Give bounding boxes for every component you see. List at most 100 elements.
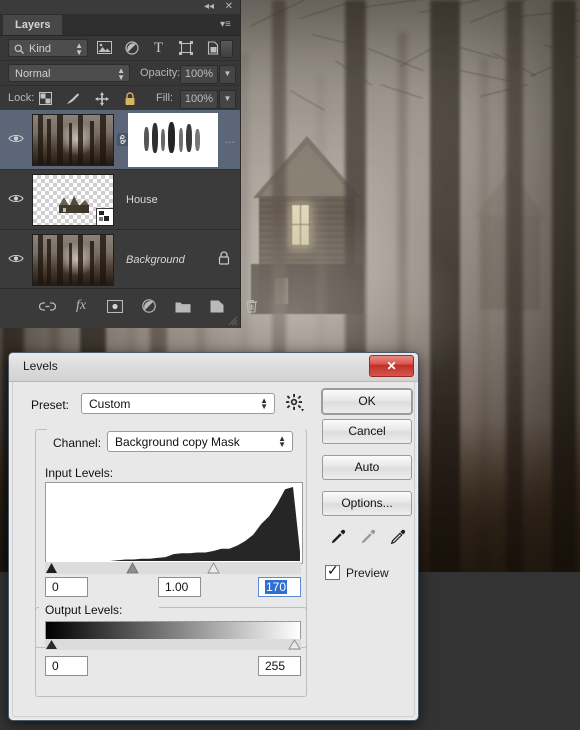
fill-label: Fill: [156, 92, 174, 104]
input-slider-track[interactable] [45, 562, 301, 574]
shape-layer-filter-icon[interactable] [177, 39, 194, 56]
output-slider-track[interactable] [45, 639, 301, 650]
set-black-point-eyedropper[interactable] [329, 529, 346, 549]
layers-panel[interactable]: ◂◂ ✕ Layers ▾≡ Kind ▲ ▼ T Normal ▲ ▼ Opa… [0, 0, 257, 328]
layer-overflow-indicator[interactable]: … [224, 134, 240, 146]
opacity-dropdown-icon[interactable]: ▼ [219, 65, 236, 84]
chevron-updown-icon[interactable]: ▲ ▼ [117, 67, 125, 82]
lock-icon-group [37, 90, 138, 107]
layer-action-icons: fx [38, 297, 260, 315]
cancel-button[interactable]: Cancel [322, 419, 412, 444]
search-icon [14, 43, 25, 61]
tree-trunk [430, 0, 460, 572]
type-layer-filter-icon[interactable]: T [150, 39, 167, 56]
chevron-updown-icon[interactable]: ▲ ▼ [75, 42, 83, 57]
layer-name[interactable]: House [114, 194, 240, 206]
output-white-field[interactable]: 255 [258, 656, 301, 676]
pixel-layer-filter-icon[interactable] [96, 39, 113, 56]
chevron-updown-icon[interactable]: ▲ ▼ [260, 397, 268, 411]
preview-checkbox[interactable]: ✓ Preview [325, 562, 389, 580]
preset-select[interactable]: Custom ▲ ▼ [81, 393, 275, 414]
type-glyph: T [153, 39, 164, 56]
eyedropper-group [329, 529, 406, 549]
panel-titlebar: ◂◂ ✕ [0, 0, 240, 15]
resize-grip-icon[interactable] [228, 316, 238, 326]
fill-value[interactable]: 100% [180, 90, 218, 109]
layer-mask-thumbnail[interactable] [128, 112, 218, 167]
layer-thumbnail[interactable] [32, 233, 114, 286]
dialog-titlebar[interactable]: Levels ✕ [9, 353, 418, 382]
tree-trunk [480, 57, 488, 572]
forest-thumbnail [33, 234, 113, 285]
close-button[interactable]: ✕ [369, 355, 414, 377]
white-point-slider[interactable] [207, 562, 220, 577]
layer-filter-row: Kind ▲ ▼ T [0, 36, 240, 61]
output-levels-label: Output Levels: [45, 603, 123, 617]
histogram[interactable] [45, 482, 303, 564]
add-layer-mask-icon[interactable] [106, 297, 124, 315]
blend-mode-select[interactable]: Normal ▲ ▼ [8, 64, 130, 82]
adjustment-layer-filter-icon[interactable] [123, 39, 140, 56]
black-point-slider[interactable] [45, 562, 58, 577]
layer-visibility-toggle[interactable] [0, 133, 32, 147]
lock-all-icon[interactable] [121, 90, 138, 107]
lock-transparent-pixels-icon[interactable] [37, 90, 54, 107]
filter-enable-toggle[interactable] [220, 40, 233, 58]
options-button[interactable]: Options... [322, 491, 412, 516]
input-levels-label: Input Levels: [45, 466, 114, 480]
ok-button[interactable]: OK [322, 389, 412, 414]
input-gamma-field[interactable]: 1.00 [158, 577, 201, 597]
input-black-field[interactable]: 0 [45, 577, 88, 597]
opacity-value[interactable]: 100% [180, 65, 218, 84]
layer-thumbnail[interactable] [32, 113, 114, 166]
lock-label: Lock: [8, 92, 35, 104]
auto-button[interactable]: Auto [322, 455, 412, 480]
output-white-slider[interactable] [288, 639, 301, 653]
filter-kind-label: Kind [29, 43, 52, 55]
delete-layer-icon[interactable] [242, 297, 260, 315]
collapse-panel-icon[interactable]: ◂◂ [204, 1, 214, 13]
input-white-value: 170 [265, 580, 288, 594]
layer-styles-fx-icon[interactable]: fx [72, 297, 90, 315]
set-gray-point-eyedropper[interactable] [359, 529, 376, 549]
output-gradient-bar[interactable] [45, 621, 301, 640]
dialog-body: Preset: Custom ▲ ▼ OK Cancel Auto Option… [9, 381, 418, 720]
opacity-label: Opacity: [140, 67, 181, 79]
panel-menu-icon[interactable]: ▾≡ [220, 19, 236, 31]
levels-dialog[interactable]: Levels ✕ Preset: Custom ▲ ▼ OK Cancel Au… [8, 352, 419, 721]
tab-layers[interactable]: Layers [3, 15, 63, 35]
filter-kind-select[interactable]: Kind ▲ ▼ [8, 39, 88, 57]
table-row[interactable]: Background [0, 230, 240, 289]
layer-list[interactable]: … House Background [0, 110, 240, 288]
layers-panel-toolbar: fx [0, 288, 257, 328]
gamma-slider[interactable] [126, 562, 139, 577]
layer-visibility-toggle[interactable] [0, 193, 32, 207]
dialog-title: Levels [23, 359, 58, 373]
eye-icon [8, 253, 24, 267]
table-row[interactable]: House [0, 170, 240, 230]
close-panel-icon[interactable]: ✕ [225, 1, 233, 13]
table-row[interactable]: … [0, 110, 240, 170]
layer-thumbnail[interactable] [32, 173, 114, 226]
new-layer-icon[interactable] [208, 297, 226, 315]
output-black-slider[interactable] [45, 639, 58, 653]
fill-dropdown-icon[interactable]: ▼ [219, 90, 236, 109]
smart-object-filter-icon[interactable] [204, 39, 221, 56]
input-white-field[interactable]: 170 [258, 577, 301, 597]
link-layers-icon[interactable] [38, 297, 56, 315]
layer-name[interactable]: Background [114, 254, 218, 266]
preset-options-gear-icon[interactable] [286, 394, 304, 415]
output-black-field[interactable]: 0 [45, 656, 88, 676]
new-group-icon[interactable] [174, 297, 192, 315]
link-layer-mask-icon[interactable] [114, 133, 130, 146]
lock-image-pixels-icon[interactable] [65, 90, 82, 107]
eye-icon [8, 133, 24, 147]
preview-label: Preview [346, 565, 389, 580]
layer-visibility-toggle[interactable] [0, 253, 32, 267]
set-white-point-eyedropper[interactable] [389, 529, 406, 549]
lock-position-icon[interactable] [93, 90, 110, 107]
new-adjustment-layer-icon[interactable] [140, 297, 158, 315]
chevron-updown-icon[interactable]: ▲ ▼ [278, 435, 286, 449]
channel-select[interactable]: Background copy Mask ▲ ▼ [107, 431, 293, 452]
check-icon: ✓ [327, 562, 339, 578]
